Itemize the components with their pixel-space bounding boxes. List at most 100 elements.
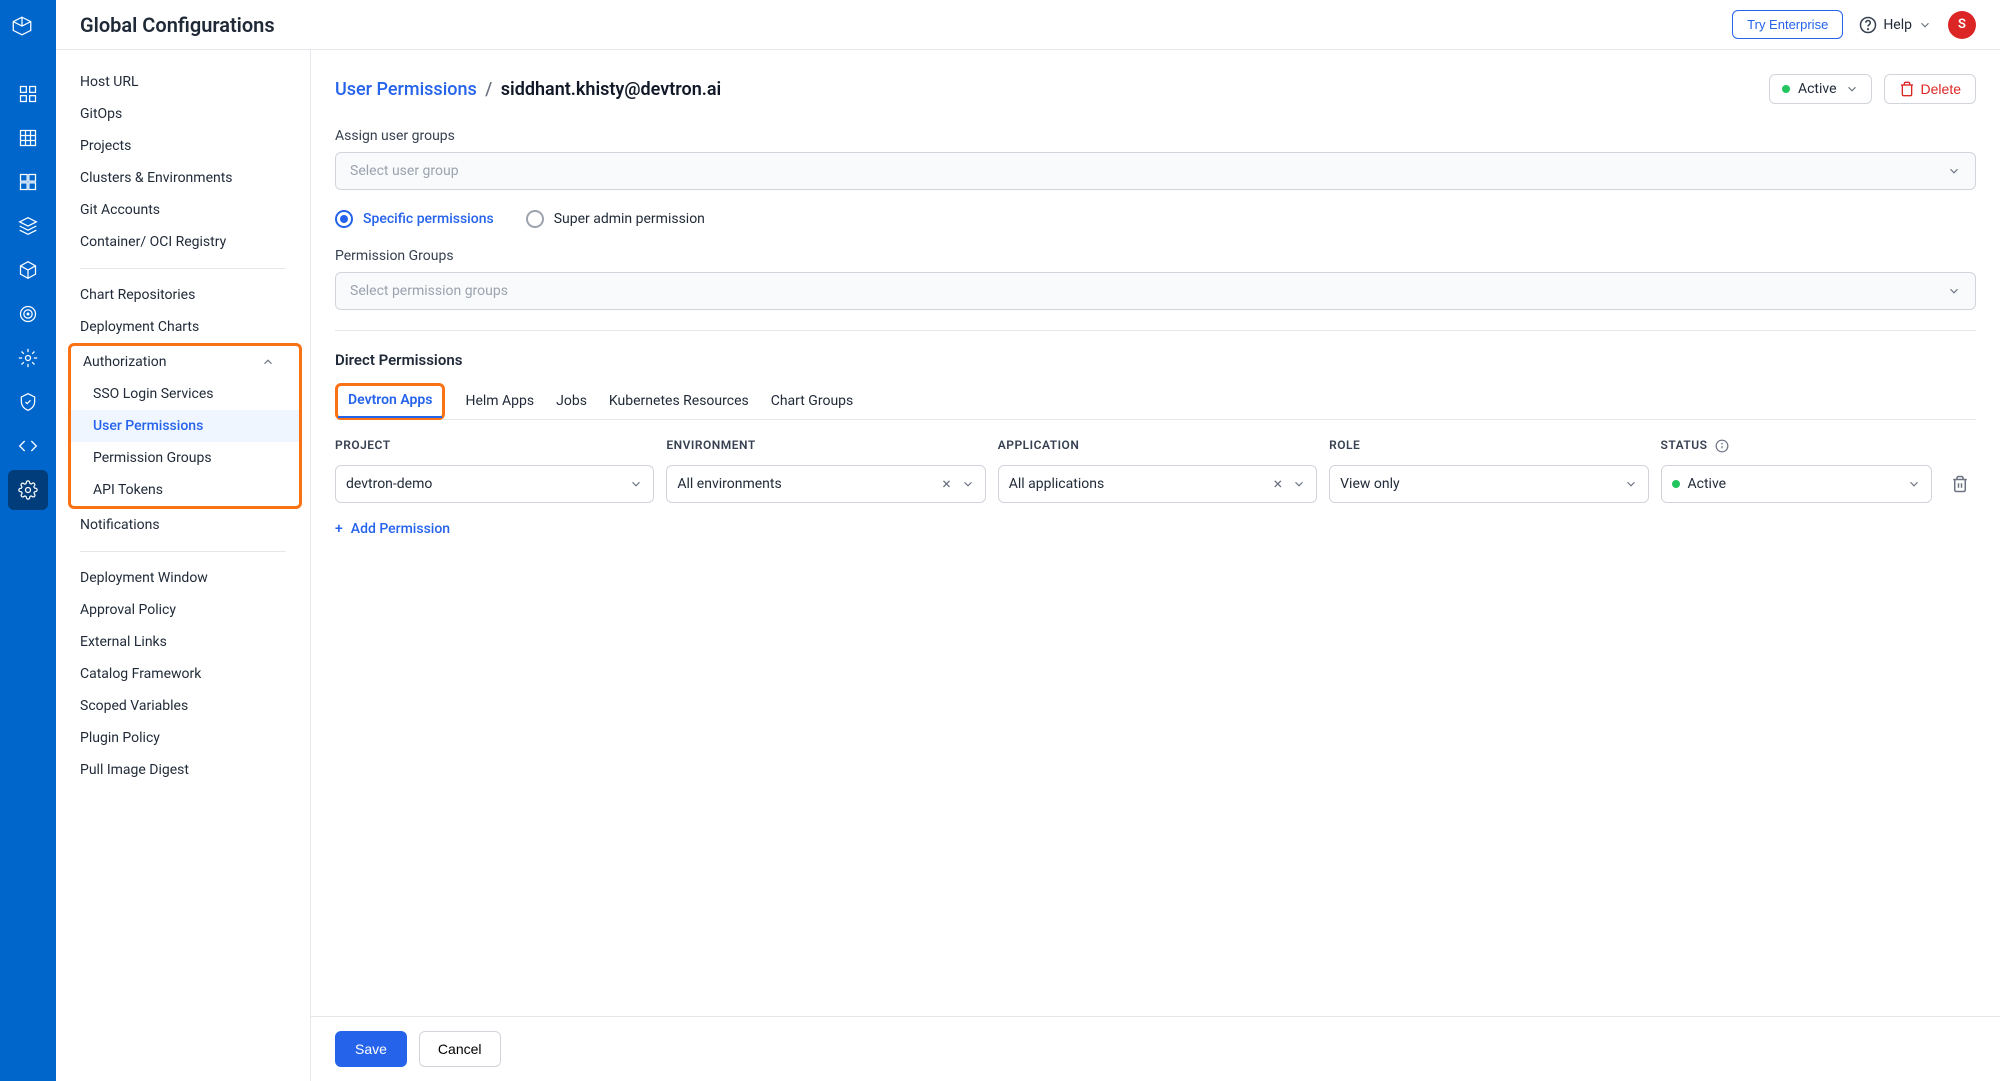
status-dropdown[interactable]: Active bbox=[1769, 74, 1872, 104]
sidebar-item-external-links[interactable]: External Links bbox=[56, 626, 310, 658]
sidebar-divider bbox=[80, 551, 286, 552]
breadcrumb-separator: / bbox=[485, 79, 492, 100]
radio-super-admin[interactable]: Super admin permission bbox=[526, 210, 705, 228]
sidebar-item-deployment-window[interactable]: Deployment Window bbox=[56, 562, 310, 594]
sidebar-item-git-accounts[interactable]: Git Accounts bbox=[56, 194, 310, 226]
rail-gear-icon[interactable] bbox=[8, 338, 48, 378]
role-value: View only bbox=[1340, 476, 1399, 492]
sidebar-item-container-registry[interactable]: Container/ OCI Registry bbox=[56, 226, 310, 258]
col-project: PROJECT bbox=[335, 438, 654, 452]
cancel-button[interactable]: Cancel bbox=[419, 1031, 501, 1067]
chevron-down-icon bbox=[629, 477, 643, 491]
rail-grid-icon[interactable] bbox=[8, 118, 48, 158]
permission-groups-select[interactable]: Select permission groups bbox=[335, 272, 1976, 310]
permission-tabs: Devtron Apps Helm Apps Jobs Kubernetes R… bbox=[335, 383, 1976, 420]
row-status-value: Active bbox=[1688, 476, 1727, 492]
rail-code-icon[interactable] bbox=[8, 426, 48, 466]
sidebar-item-deployment-charts[interactable]: Deployment Charts bbox=[56, 311, 310, 343]
rail-apps-icon[interactable] bbox=[8, 162, 48, 202]
sidebar-item-notifications[interactable]: Notifications bbox=[56, 509, 310, 541]
logo-icon bbox=[12, 16, 44, 48]
clear-icon[interactable]: × bbox=[1274, 474, 1283, 493]
chevron-down-icon bbox=[1845, 82, 1859, 96]
sidebar-item-authorization[interactable]: Authorization bbox=[71, 346, 299, 378]
clear-icon[interactable]: × bbox=[942, 474, 951, 493]
sidebar-item-approval-policy[interactable]: Approval Policy bbox=[56, 594, 310, 626]
radio-icon bbox=[526, 210, 544, 228]
permission-groups-placeholder: Select permission groups bbox=[350, 283, 508, 299]
col-status: STATUS bbox=[1661, 438, 1932, 453]
left-rail bbox=[0, 0, 56, 1081]
help-dropdown[interactable]: Help bbox=[1859, 16, 1932, 34]
sidebar-item-clusters[interactable]: Clusters & Environments bbox=[56, 162, 310, 194]
permission-type-radio-group: Specific permissions Super admin permiss… bbox=[335, 210, 1976, 228]
tab-helm-apps[interactable]: Helm Apps bbox=[463, 383, 536, 419]
col-role: ROLE bbox=[1329, 438, 1648, 452]
rail-cube-icon[interactable] bbox=[8, 250, 48, 290]
delete-row-button[interactable] bbox=[1944, 465, 1976, 503]
breadcrumb-parent[interactable]: User Permissions bbox=[335, 79, 477, 100]
sidebar-item-pull-image-digest[interactable]: Pull Image Digest bbox=[56, 754, 310, 786]
col-environment: ENVIRONMENT bbox=[666, 438, 985, 452]
sidebar-item-scoped-variables[interactable]: Scoped Variables bbox=[56, 690, 310, 722]
rail-target-icon[interactable] bbox=[8, 294, 48, 334]
chevron-down-icon bbox=[1624, 477, 1638, 491]
sidebar-item-catalog-framework[interactable]: Catalog Framework bbox=[56, 658, 310, 690]
help-icon bbox=[1859, 16, 1877, 34]
sidebar-item-chart-repos[interactable]: Chart Repositories bbox=[56, 279, 310, 311]
sidebar-item-projects[interactable]: Projects bbox=[56, 130, 310, 162]
sidebar-item-host-url[interactable]: Host URL bbox=[56, 66, 310, 98]
status-select[interactable]: Active bbox=[1661, 465, 1932, 503]
project-value: devtron-demo bbox=[346, 476, 432, 492]
chevron-down-icon bbox=[1947, 284, 1961, 298]
environment-select[interactable]: All environments × bbox=[666, 465, 985, 503]
page-title: Global Configurations bbox=[80, 13, 275, 37]
application-select[interactable]: All applications × bbox=[998, 465, 1317, 503]
role-select[interactable]: View only bbox=[1329, 465, 1648, 503]
delete-button[interactable]: Delete bbox=[1884, 74, 1976, 104]
assign-groups-label: Assign user groups bbox=[335, 128, 1976, 144]
avatar[interactable]: S bbox=[1948, 11, 1976, 39]
radio-specific-permissions[interactable]: Specific permissions bbox=[335, 210, 494, 228]
chevron-down-icon bbox=[1292, 477, 1306, 491]
user-group-select[interactable]: Select user group bbox=[335, 152, 1976, 190]
col-application: APPLICATION bbox=[998, 438, 1317, 452]
sidebar-item-api-tokens[interactable]: API Tokens bbox=[71, 474, 299, 506]
tab-chart-groups[interactable]: Chart Groups bbox=[769, 383, 856, 419]
trash-icon bbox=[1899, 81, 1915, 97]
project-select[interactable]: devtron-demo bbox=[335, 465, 654, 503]
add-permission-button[interactable]: + Add Permission bbox=[335, 521, 1976, 537]
sidebar-item-gitops[interactable]: GitOps bbox=[56, 98, 310, 130]
info-icon[interactable] bbox=[1715, 439, 1729, 453]
footer: Save Cancel bbox=[311, 1016, 2000, 1081]
sidebar-item-user-permissions[interactable]: User Permissions bbox=[71, 410, 299, 442]
rail-settings-icon[interactable] bbox=[8, 470, 48, 510]
rail-shield-icon[interactable] bbox=[8, 382, 48, 422]
save-button[interactable]: Save bbox=[335, 1031, 407, 1067]
sidebar-item-permission-groups[interactable]: Permission Groups bbox=[71, 442, 299, 474]
authorization-label: Authorization bbox=[83, 354, 166, 370]
chevron-down-icon bbox=[1907, 477, 1921, 491]
status-label: Active bbox=[1798, 81, 1837, 97]
config-sidebar: Host URL GitOps Projects Clusters & Envi… bbox=[56, 50, 311, 1081]
topbar: Global Configurations Try Enterprise Hel… bbox=[56, 0, 2000, 50]
help-label: Help bbox=[1883, 17, 1912, 33]
breadcrumb-current: siddhant.khisty@devtron.ai bbox=[501, 79, 721, 100]
status-dot-icon bbox=[1672, 480, 1680, 488]
rail-stack-icon[interactable] bbox=[8, 206, 48, 246]
breadcrumb: User Permissions / siddhant.khisty@devtr… bbox=[335, 79, 721, 100]
permissions-table: PROJECT ENVIRONMENT APPLICATION ROLE STA… bbox=[335, 438, 1976, 503]
direct-permissions-title: Direct Permissions bbox=[335, 351, 1976, 369]
radio-super-label: Super admin permission bbox=[554, 211, 705, 227]
chevron-up-icon bbox=[261, 355, 275, 369]
tab-kubernetes-resources[interactable]: Kubernetes Resources bbox=[607, 383, 751, 419]
tab-devtron-apps[interactable]: Devtron Apps bbox=[335, 383, 445, 420]
tab-jobs[interactable]: Jobs bbox=[554, 383, 589, 419]
user-group-placeholder: Select user group bbox=[350, 163, 459, 179]
chevron-down-icon bbox=[1947, 164, 1961, 178]
sidebar-item-plugin-policy[interactable]: Plugin Policy bbox=[56, 722, 310, 754]
delete-label: Delete bbox=[1921, 81, 1961, 97]
rail-dashboard-icon[interactable] bbox=[8, 74, 48, 114]
sidebar-item-sso[interactable]: SSO Login Services bbox=[71, 378, 299, 410]
try-enterprise-button[interactable]: Try Enterprise bbox=[1732, 10, 1843, 39]
